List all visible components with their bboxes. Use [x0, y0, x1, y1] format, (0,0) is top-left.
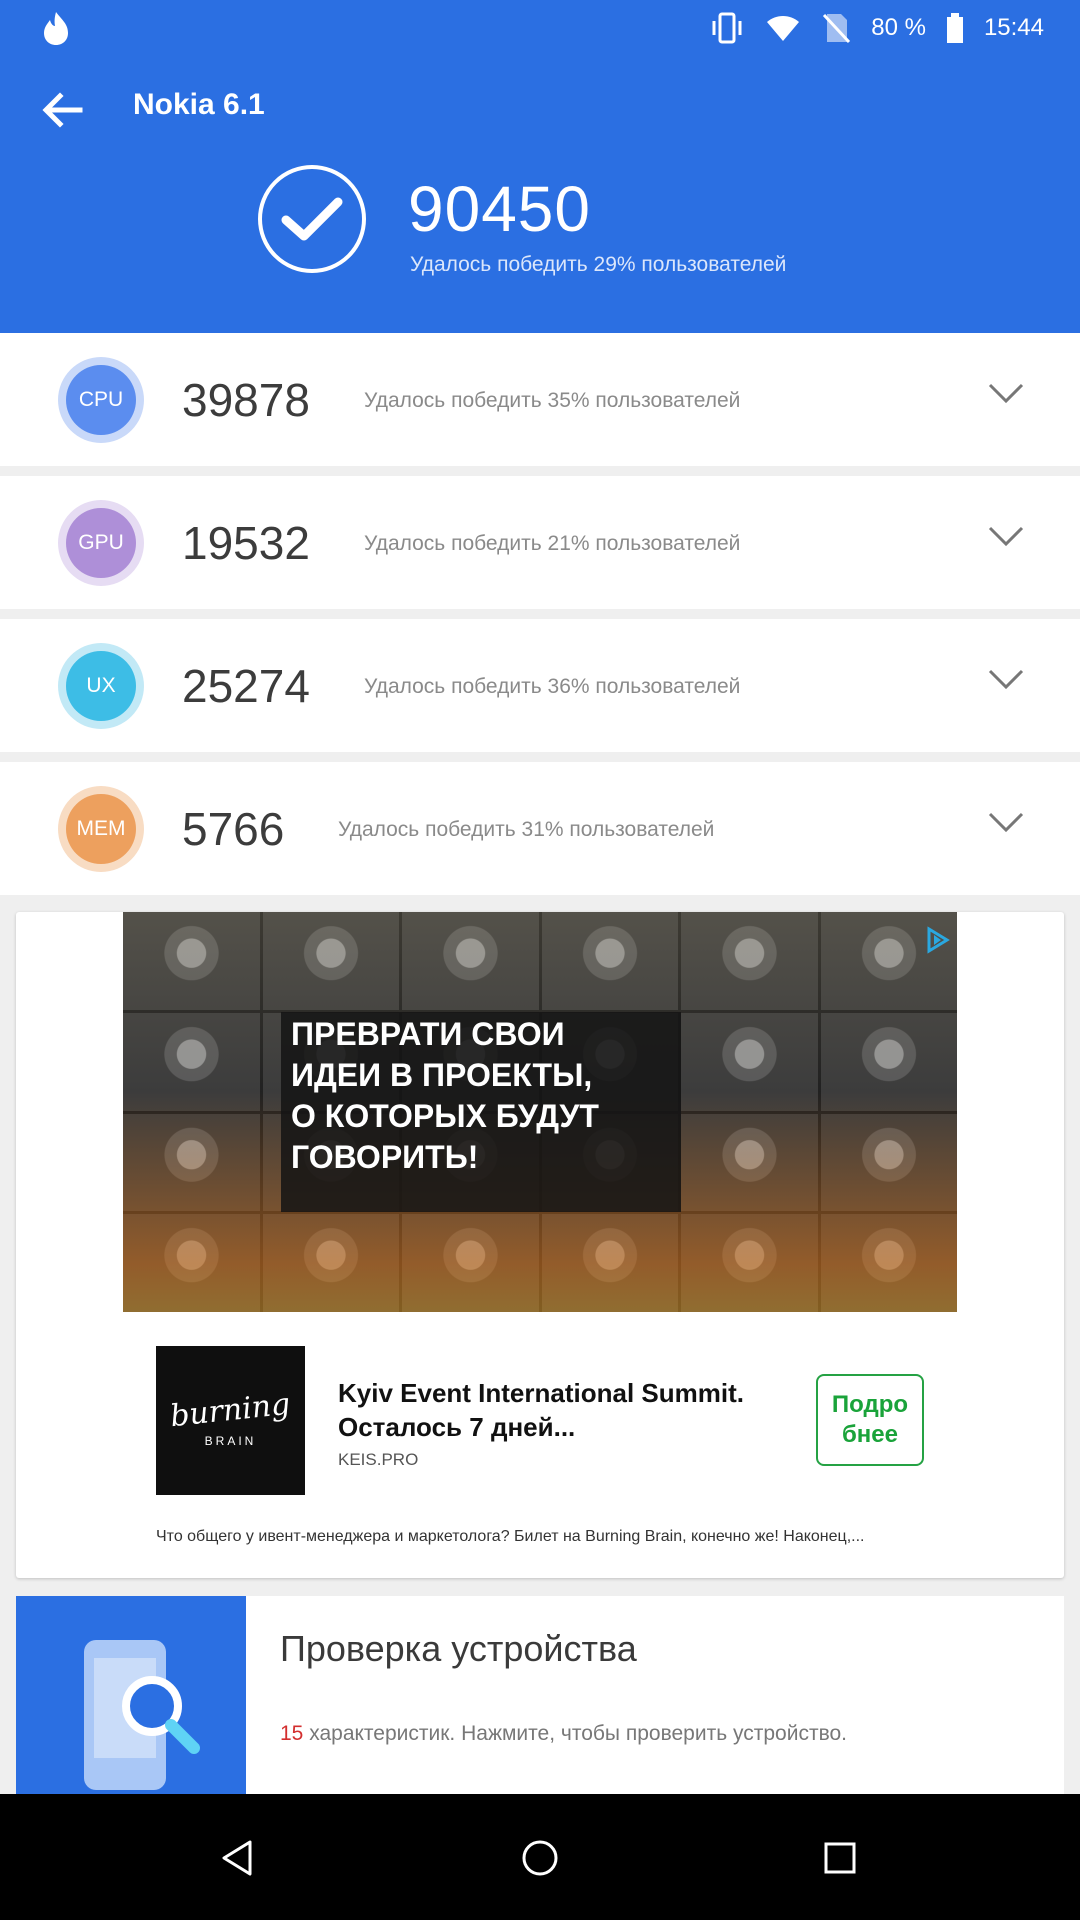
total-score-subtitle: Удалось победить 29% пользователей — [410, 253, 787, 276]
page-title: Nokia 6.1 — [133, 88, 265, 121]
ad-cta-button[interactable]: Подро бнее — [816, 1374, 924, 1466]
score-row-cpu[interactable]: CPU 39878 Удалось победить 35% пользоват… — [0, 333, 1080, 466]
cpu-subtitle: Удалось победить 35% пользователей — [364, 389, 741, 412]
nav-back-button[interactable] — [206, 1826, 270, 1890]
cpu-badge: CPU — [58, 357, 144, 443]
score-row-mem[interactable]: MEM 5766 Удалось победить 31% пользовате… — [0, 762, 1080, 895]
no-sim-icon — [821, 12, 851, 44]
total-score: 90450 — [408, 173, 591, 245]
ux-subtitle: Удалось победить 36% пользователей — [364, 675, 741, 698]
header: 80 % 15:44 Nokia 6.1 90450 Удалось побед… — [0, 0, 1080, 333]
mem-badge: MEM — [58, 786, 144, 872]
ad-cta-label: Подро бнее — [831, 1391, 909, 1448]
cpu-score: 39878 — [182, 374, 310, 426]
clock: 15:44 — [983, 14, 1044, 41]
ad-card[interactable]: ПРЕВРАТИ СВОИ ИДЕИ В ПРОЕКТЫ, О КОТОРЫХ … — [16, 912, 1064, 1578]
gpu-badge-label: GPU — [66, 508, 136, 578]
chevron-down-icon[interactable] — [988, 810, 1024, 834]
ad-headline: ПРЕВРАТИ СВОИ ИДЕИ В ПРОЕКТЫ, О КОТОРЫХ … — [291, 1016, 599, 1175]
device-check-subtitle: 15 характеристик. Нажмите, чтобы провери… — [280, 1722, 847, 1746]
logo-script-text: burning — [168, 1386, 293, 1435]
characteristics-count: 15 — [280, 1722, 304, 1745]
ux-badge-label: UX — [66, 651, 136, 721]
app-bar: Nokia 6.1 — [0, 72, 1080, 144]
status-bar: 80 % 15:44 — [0, 0, 1080, 56]
checkmark-icon — [258, 165, 366, 273]
triangle-back-icon — [222, 1840, 252, 1876]
ad-domain: KEIS.PRO — [338, 1450, 419, 1469]
mem-subtitle: Удалось победить 31% пользователей — [338, 818, 715, 841]
battery-percent: 80 % — [871, 14, 926, 41]
mem-score: 5766 — [182, 803, 285, 855]
chevron-down-icon[interactable] — [988, 381, 1024, 405]
logo-sub-text: BRAIN — [204, 1434, 257, 1448]
phone-search-icon — [84, 1640, 200, 1790]
status-icons: 80 % 15:44 — [709, 8, 1044, 48]
score-row-ux[interactable]: UX 25274 Удалось победить 36% пользовате… — [0, 619, 1080, 752]
wifi-icon — [765, 13, 801, 43]
adchoices-icon[interactable] — [923, 926, 951, 954]
nav-home-button[interactable] — [508, 1826, 572, 1890]
ad-description: Что общего у ивент-менеджера и маркетоло… — [156, 1528, 865, 1545]
chevron-down-icon[interactable] — [988, 524, 1024, 548]
gpu-badge: GPU — [58, 500, 144, 586]
gpu-subtitle: Удалось победить 21% пользователей — [364, 532, 741, 555]
battery-icon — [946, 13, 964, 43]
tinder-flame-icon — [36, 8, 80, 48]
vibrate-icon — [709, 12, 745, 44]
mem-badge-label: MEM — [66, 794, 136, 864]
advertiser-logo[interactable]: burning BRAIN — [156, 1346, 305, 1495]
circle-home-icon — [522, 1840, 558, 1876]
chevron-down-icon[interactable] — [988, 667, 1024, 691]
gpu-score: 19532 — [182, 517, 310, 569]
device-check-icon-panel — [16, 1596, 246, 1796]
nav-recents-button[interactable] — [808, 1826, 872, 1890]
ad-title[interactable]: Kyiv Event International Summit. Осталос… — [338, 1376, 808, 1444]
cpu-badge-label: CPU — [66, 365, 136, 435]
ux-score: 25274 — [182, 660, 310, 712]
device-check-title: Проверка устройства — [280, 1628, 637, 1669]
arrow-left-icon — [42, 92, 83, 128]
device-check-card[interactable]: Проверка устройства 15 характеристик. На… — [16, 1596, 1064, 1796]
square-recents-icon — [824, 1842, 856, 1874]
ad-banner-image[interactable]: ПРЕВРАТИ СВОИ ИДЕИ В ПРОЕКТЫ, О КОТОРЫХ … — [123, 912, 957, 1312]
ux-badge: UX — [58, 643, 144, 729]
score-row-gpu[interactable]: GPU 19532 Удалось победить 21% пользоват… — [0, 476, 1080, 609]
system-nav-bar — [0, 1794, 1080, 1920]
device-check-subtitle-text: характеристик. Нажмите, чтобы проверить … — [303, 1722, 848, 1745]
back-button[interactable] — [36, 84, 88, 136]
